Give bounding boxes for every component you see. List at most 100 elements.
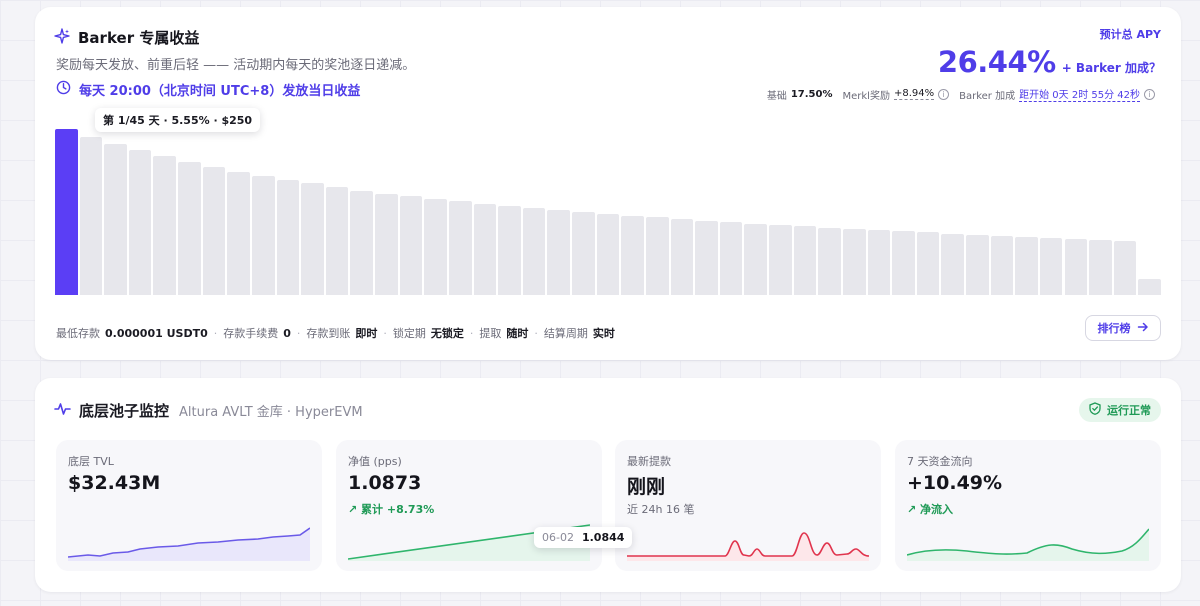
countdown: 距开始 0天 2时 55分 42秒 bbox=[1019, 86, 1140, 102]
daily-pool-bar[interactable] bbox=[473, 204, 497, 295]
separator: · bbox=[383, 326, 387, 340]
pps-change: ↗ 累计 +8.73% bbox=[348, 503, 435, 516]
status-badge: 运行正常 bbox=[1079, 398, 1161, 422]
meta-value: 0.000001 USDT0 bbox=[105, 326, 208, 340]
daily-pool-bar[interactable] bbox=[1089, 240, 1112, 295]
tvl-value: $32.43M bbox=[68, 472, 161, 494]
meta-value: 随时 bbox=[506, 327, 529, 340]
flow-sparkline bbox=[907, 528, 1149, 561]
daily-pool-bar[interactable] bbox=[178, 162, 201, 295]
daily-pool-bar[interactable] bbox=[547, 210, 571, 295]
tvl-card: 底层 TVL $32.43M bbox=[56, 440, 322, 571]
daily-pool-bar[interactable] bbox=[916, 232, 940, 295]
daily-pool-bar[interactable] bbox=[572, 212, 595, 295]
daily-pool-bar[interactable] bbox=[842, 229, 866, 295]
daily-pool-bar[interactable] bbox=[941, 234, 964, 295]
daily-pool-bar[interactable] bbox=[55, 129, 78, 295]
daily-pool-bar[interactable] bbox=[79, 137, 103, 295]
daily-pool-bar[interactable] bbox=[301, 183, 324, 295]
rewards-card: Barker 专属收益 奖励每天发放、前重后轻 —— 活动期内每天的奖池逐日递减… bbox=[35, 7, 1181, 360]
daily-pool-bar[interactable] bbox=[375, 194, 398, 295]
pool-subtitle: Altura AVLT 金库 · HyperEVM bbox=[179, 405, 363, 420]
daily-pool-bar[interactable] bbox=[276, 180, 300, 295]
rewards-subtitle: 奖励每天发放、前重后轻 —— 活动期内每天的奖池逐日递减。 bbox=[56, 58, 416, 73]
shield-check-icon bbox=[1089, 402, 1101, 418]
meta-label: 存款手续费 bbox=[223, 327, 279, 340]
daily-pool-bar[interactable] bbox=[350, 191, 374, 295]
bar-tooltip: 第 1/45 天 · 5.55% · $250 bbox=[95, 108, 261, 132]
daily-pool-bar[interactable] bbox=[793, 226, 817, 295]
pool-monitor-card: 底层池子监控 Altura AVLT 金库 · HyperEVM 运行正常 底层… bbox=[35, 378, 1181, 592]
daily-pool-bar[interactable] bbox=[1039, 238, 1063, 295]
daily-pool-bar[interactable] bbox=[769, 225, 792, 295]
pps-value: 1.0873 bbox=[348, 472, 422, 494]
daily-pool-bar[interactable] bbox=[325, 187, 349, 295]
daily-pool-bar[interactable] bbox=[128, 150, 152, 295]
daily-pool-bar[interactable] bbox=[399, 196, 423, 295]
base-label: 基础 bbox=[766, 90, 787, 102]
daily-pool-bar[interactable] bbox=[719, 222, 743, 295]
meta-label: 锁定期 bbox=[392, 327, 426, 340]
leaderboard-button[interactable]: 排行榜 bbox=[1085, 315, 1161, 341]
daily-pool-bar[interactable] bbox=[498, 206, 521, 295]
merkl-value[interactable]: +8.94% bbox=[893, 88, 935, 100]
withdrawal-sparkline bbox=[627, 532, 869, 561]
daily-pool-bar[interactable] bbox=[1113, 241, 1137, 295]
daily-pool-bar[interactable] bbox=[621, 216, 644, 295]
daily-pool-bar[interactable] bbox=[202, 167, 226, 295]
daily-pool-bar[interactable] bbox=[596, 214, 620, 295]
separator: · bbox=[469, 326, 474, 340]
apy-label: 预计总 APY bbox=[1099, 28, 1161, 41]
tvl-label: 底层 TVL bbox=[68, 455, 114, 468]
separator: · bbox=[213, 326, 218, 340]
deposit-meta: 最低存款 0.000001 USDT0 · 存款手续费 0 · 存款到账 即时 · 锁定期 无锁定 ·… bbox=[56, 325, 615, 341]
pulse-icon bbox=[54, 401, 71, 420]
daily-pool-bar[interactable] bbox=[522, 208, 546, 295]
daily-pool-bar[interactable] bbox=[104, 144, 127, 295]
clock-icon bbox=[56, 80, 71, 99]
daily-pool-bar[interactable] bbox=[1064, 239, 1088, 295]
payout-text: 每天 20:00（北京时间 UTC+8）发放当日收益 bbox=[79, 84, 361, 99]
daily-pool-bar[interactable] bbox=[645, 217, 669, 295]
pps-label: 净值 (pps) bbox=[348, 455, 402, 468]
apy-breakdown: 基础 17.50% Merkl奖励 +8.94% i Barker 加成 距开始… bbox=[767, 86, 1161, 102]
daily-pool-bar[interactable] bbox=[966, 235, 989, 295]
pool-title-row: 底层池子监控 Altura AVLT 金库 · HyperEVM bbox=[54, 400, 363, 421]
apy-boost-link[interactable]: + Barker 加成？ bbox=[1062, 59, 1161, 76]
flow-value: +10.49% bbox=[907, 472, 1003, 494]
daily-pool-bar[interactable] bbox=[867, 230, 891, 295]
meta-value: 实时 bbox=[592, 327, 615, 340]
daily-pool-bar[interactable] bbox=[153, 156, 177, 295]
daily-pool-bar[interactable] bbox=[1015, 237, 1038, 295]
info-icon[interactable]: i bbox=[938, 88, 950, 100]
meta-value: 0 bbox=[283, 326, 291, 340]
daily-pool-bar[interactable] bbox=[251, 176, 275, 295]
daily-pool-bar[interactable] bbox=[670, 219, 694, 295]
info-icon[interactable]: i bbox=[1144, 88, 1155, 100]
apy-value: 26.44% bbox=[937, 45, 1056, 79]
daily-pool-bar[interactable] bbox=[744, 224, 768, 295]
daily-pool-bar[interactable] bbox=[695, 221, 718, 295]
withdrawal-label: 最新提款 bbox=[627, 455, 671, 468]
daily-pool-bar[interactable] bbox=[1138, 279, 1161, 295]
rewards-title: Barker 专属收益 bbox=[78, 29, 200, 47]
daily-pool-bar[interactable] bbox=[990, 236, 1014, 295]
daily-pool-bar[interactable] bbox=[892, 231, 915, 295]
daily-pool-bar[interactable] bbox=[424, 199, 447, 295]
flow-card: 7 天资金流向 +10.49% ↗ 净流入 bbox=[895, 440, 1161, 571]
flow-label: 7 天资金流向 bbox=[907, 455, 973, 468]
pps-card: 净值 (pps) 1.0873 ↗ 累计 +8.73% bbox=[336, 440, 602, 571]
daily-pool-bars bbox=[55, 129, 1161, 295]
status-text: 运行正常 bbox=[1107, 404, 1151, 417]
base-value: 17.50% bbox=[790, 88, 833, 100]
withdrawal-count: 近 24h 16 笔 bbox=[627, 503, 695, 516]
daily-pool-bar[interactable] bbox=[448, 201, 472, 295]
pps-tooltip: 06-02 1.0844 bbox=[534, 527, 633, 548]
leaderboard-label: 排行榜 bbox=[1097, 322, 1131, 335]
apy-row: 26.44% + Barker 加成？ bbox=[938, 45, 1161, 79]
daily-pool-bar[interactable] bbox=[227, 172, 250, 295]
daily-pool-bar[interactable] bbox=[818, 228, 841, 295]
meta-label: 提取 bbox=[479, 327, 502, 340]
tvl-sparkline bbox=[68, 527, 310, 561]
barker-boost-label: Barker 加成 bbox=[959, 90, 1016, 102]
